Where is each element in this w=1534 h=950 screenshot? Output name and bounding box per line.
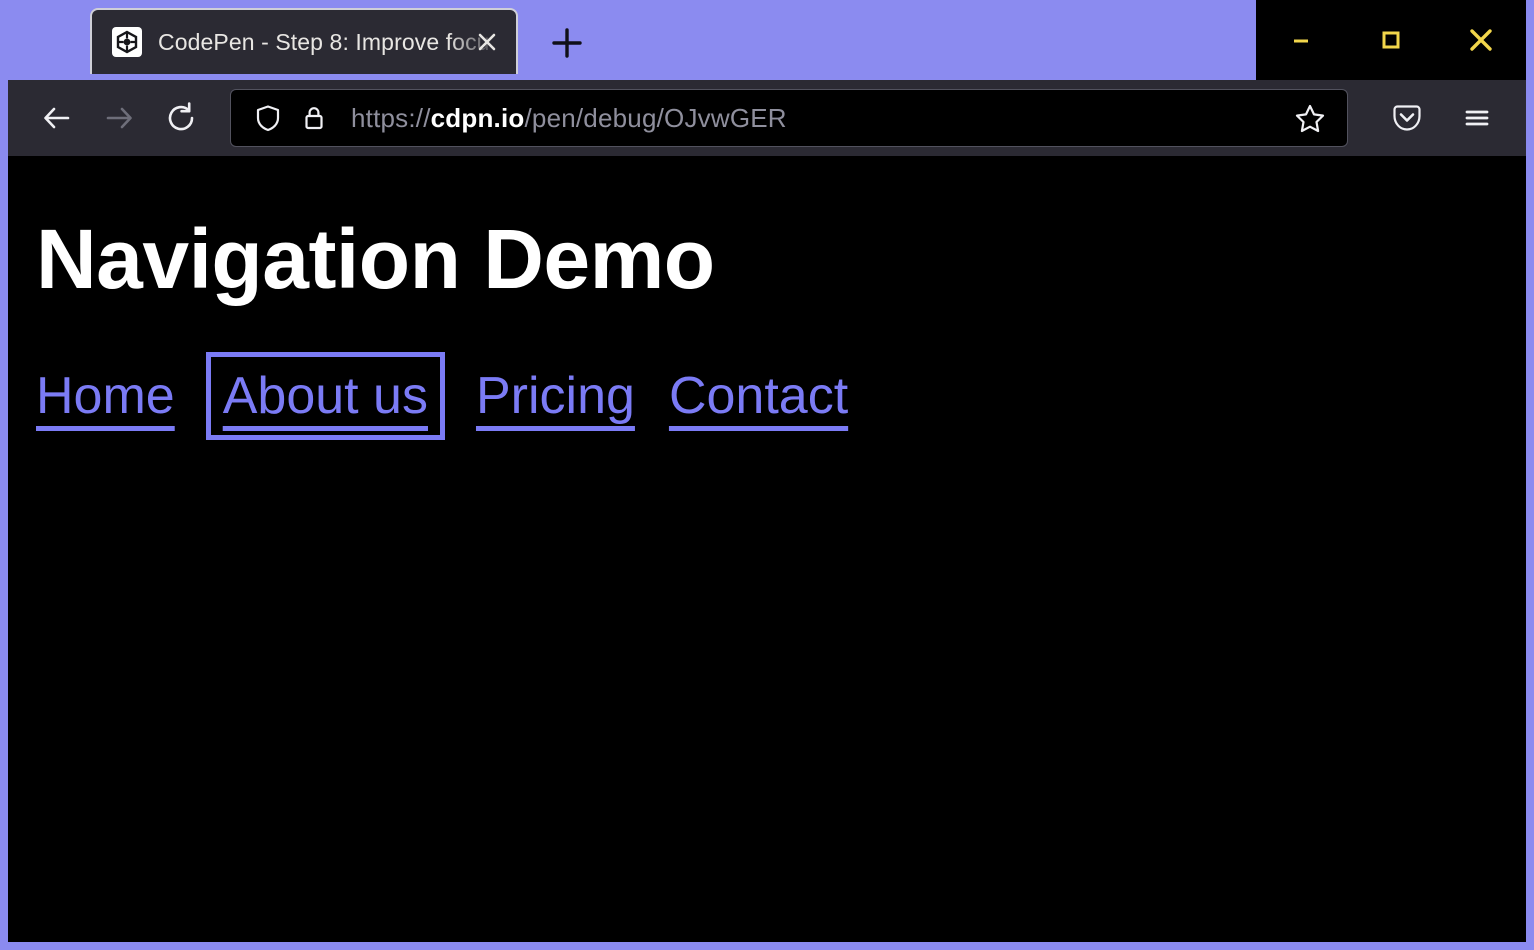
bookmark-star-icon[interactable] [1287, 95, 1333, 141]
close-window-icon [1464, 23, 1498, 57]
nav-link-home[interactable]: Home [36, 369, 175, 424]
minimize-icon [1286, 25, 1316, 55]
pocket-icon [1390, 101, 1424, 135]
navigation-toolbar: https://cdpn.io/pen/debug/OJvwGER [8, 80, 1526, 156]
page-title: Navigation Demo [36, 214, 1526, 305]
close-icon[interactable] [470, 25, 504, 59]
close-button[interactable] [1436, 0, 1526, 80]
site-navigation: Home About us Pricing Contact [36, 369, 1526, 424]
plus-icon [547, 23, 587, 63]
toolbar-right-group [1376, 87, 1508, 149]
forward-button[interactable] [88, 87, 150, 149]
arrow-left-icon [39, 100, 75, 136]
browser-window: CodePen - Step 8: Improve focu [0, 0, 1534, 950]
url-bar[interactable]: https://cdpn.io/pen/debug/OJvwGER [230, 89, 1348, 147]
reload-button[interactable] [150, 87, 212, 149]
hamburger-menu-icon [1460, 101, 1494, 135]
tab-strip: CodePen - Step 8: Improve focu [0, 0, 1534, 80]
tab-title: CodePen - Step 8: Improve focu [158, 29, 500, 56]
minimize-button[interactable] [1256, 0, 1346, 80]
shield-icon[interactable] [245, 95, 291, 141]
url-path: /pen/debug/OJvwGER [524, 103, 786, 133]
url-scheme: https:// [351, 103, 431, 133]
nav-link-contact[interactable]: Contact [669, 369, 848, 424]
page-viewport: Navigation Demo Home About us Pricing Co… [8, 156, 1526, 942]
back-button[interactable] [26, 87, 88, 149]
window-controls [1256, 0, 1526, 80]
lock-icon[interactable] [291, 95, 337, 141]
url-domain: cdpn.io [431, 103, 525, 133]
url-text[interactable]: https://cdpn.io/pen/debug/OJvwGER [351, 103, 1287, 134]
new-tab-button[interactable] [540, 16, 594, 70]
pocket-button[interactable] [1376, 87, 1438, 149]
maximize-icon [1376, 25, 1406, 55]
nav-link-about-us[interactable]: About us [223, 369, 428, 424]
maximize-button[interactable] [1346, 0, 1436, 80]
tab-list: CodePen - Step 8: Improve focu [0, 0, 1256, 80]
menu-button[interactable] [1446, 87, 1508, 149]
arrow-right-icon [101, 100, 137, 136]
browser-tab-active[interactable]: CodePen - Step 8: Improve focu [90, 8, 518, 74]
codepen-favicon [112, 27, 142, 57]
reload-icon [163, 100, 199, 136]
nav-link-pricing[interactable]: Pricing [476, 369, 635, 424]
